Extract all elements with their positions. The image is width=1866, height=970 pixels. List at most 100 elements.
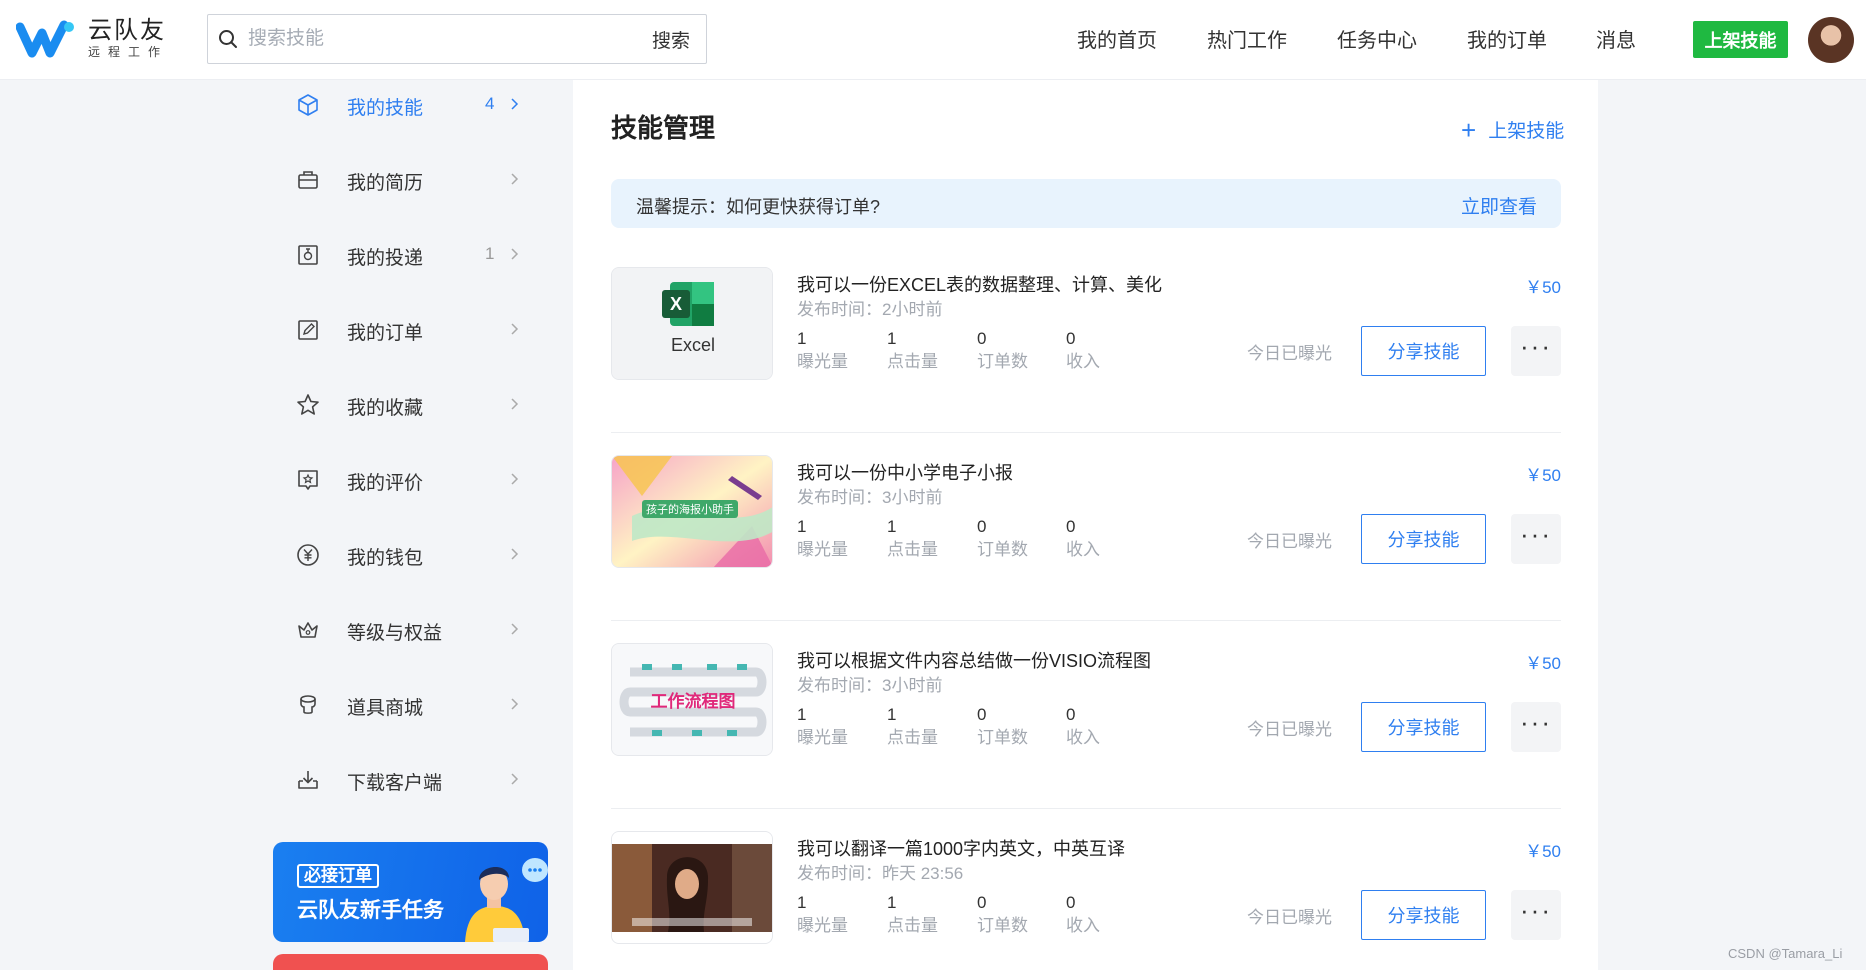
chevron-right-icon bbox=[511, 698, 519, 710]
share-skill-button[interactable]: 分享技能 bbox=[1361, 514, 1486, 564]
stat-exposure: 1 曝光量 bbox=[797, 328, 867, 374]
sidebar-item-my-wallet[interactable]: 我的钱包 bbox=[273, 534, 523, 574]
skill-thumbnail[interactable] bbox=[611, 831, 773, 944]
sidebar-item-count: 4 bbox=[485, 94, 495, 113]
briefcase-icon bbox=[298, 171, 318, 189]
brand-logo[interactable]: 云队友 远程工作 bbox=[16, 18, 168, 60]
stat-orders: 0 订单数 bbox=[977, 892, 1047, 938]
thumb-caption: Excel bbox=[671, 335, 715, 355]
stat-value: 0 bbox=[977, 705, 987, 724]
sidebar-item-my-favorites[interactable]: 我的收藏 bbox=[273, 384, 523, 424]
stat-exposure: 1 曝光量 bbox=[797, 516, 867, 562]
skill-thumbnail[interactable]: 工作流程图 bbox=[611, 643, 773, 756]
plus-icon: + bbox=[1461, 114, 1477, 145]
secondary-banner[interactable] bbox=[273, 954, 548, 970]
download-icon bbox=[298, 771, 318, 789]
promo-illustration-icon bbox=[465, 858, 548, 942]
sidebar-item-my-resume[interactable]: 我的简历 bbox=[273, 159, 523, 199]
stat-value: 1 bbox=[887, 893, 897, 912]
skill-item[interactable]: 孩子的海报小助手 我可以一份中小学电子小报 发布时间：3小时前 1 曝光量 1 点击… bbox=[611, 433, 1561, 621]
stat-value: 1 bbox=[887, 517, 897, 536]
stat-orders: 0 订单数 bbox=[977, 328, 1047, 374]
sidebar-item-my-orders[interactable]: 我的订单 bbox=[273, 309, 523, 349]
nav-hot-jobs[interactable]: 热门工作 bbox=[1207, 24, 1287, 53]
sidebar-item-label: 道具商城 bbox=[347, 698, 424, 719]
delivery-icon bbox=[298, 245, 318, 265]
sidebar-item-levels[interactable]: 等级与权益 bbox=[273, 609, 523, 649]
stat-exposure: 1 曝光量 bbox=[797, 892, 867, 938]
stat-value: 1 bbox=[797, 705, 807, 724]
flowchart-thumbnail-icon: 工作流程图 bbox=[612, 644, 772, 755]
sidebar-item-my-skills[interactable]: 我的技能 4 bbox=[273, 84, 523, 124]
stat-value: 0 bbox=[1066, 517, 1076, 536]
nav-messages[interactable]: 消息 bbox=[1596, 24, 1636, 53]
sidebar-item-my-reviews[interactable]: 我的评价 bbox=[273, 459, 523, 499]
search-input[interactable] bbox=[248, 16, 636, 62]
stat-clicks: 1 点击量 bbox=[887, 704, 957, 750]
skill-publish-time: 发布时间：3小时前 bbox=[797, 488, 943, 507]
search-button[interactable]: 搜索 bbox=[636, 26, 706, 53]
tip-text: 温馨提示：如何更快获得订单? bbox=[636, 197, 881, 217]
skill-thumbnail[interactable]: 孩子的海报小助手 bbox=[611, 455, 773, 568]
chevron-right-icon bbox=[511, 323, 519, 335]
publish-skill-button[interactable]: 上架技能 bbox=[1693, 21, 1788, 58]
skill-title[interactable]: 我可以根据文件内容总结做一份VISIO流程图 bbox=[797, 647, 1151, 673]
thumb-caption: 孩子的海报小助手 bbox=[646, 502, 734, 516]
sidebar-item-shop[interactable]: 道具商城 bbox=[273, 684, 523, 724]
sidebar-item-label: 我的简历 bbox=[347, 173, 424, 194]
sidebar-item-label: 我的技能 bbox=[347, 98, 424, 119]
stat-clicks: 1 点击量 bbox=[887, 516, 957, 562]
exposed-today-label: 今日已曝光 bbox=[1247, 720, 1332, 739]
skill-publish-time: 发布时间：2小时前 bbox=[797, 300, 943, 319]
more-icon: ··· bbox=[1520, 519, 1552, 549]
more-options-button[interactable]: ··· bbox=[1511, 514, 1561, 564]
stat-label: 曝光量 bbox=[797, 728, 848, 747]
newbie-task-banner[interactable]: 必接订单 云队友新手任务 bbox=[273, 842, 548, 942]
cube-icon bbox=[298, 94, 318, 116]
brand-name: 云队友 bbox=[88, 17, 166, 44]
top-header: 云队友 远程工作 搜索 我的首页 热门工作 任务中心 我的订单 消息 上架技能 bbox=[0, 0, 1866, 80]
chevron-right-icon bbox=[511, 173, 519, 185]
nav-home[interactable]: 我的首页 bbox=[1077, 24, 1157, 53]
edit-icon bbox=[298, 320, 318, 340]
avatar[interactable] bbox=[1808, 17, 1854, 63]
skill-title[interactable]: 我可以一份中小学电子小报 bbox=[797, 459, 1013, 485]
stat-label: 收入 bbox=[1066, 916, 1100, 935]
skill-publish-time: 发布时间：3小时前 bbox=[797, 676, 943, 695]
skill-title[interactable]: 我可以翻译一篇1000字内英文，中英互译 bbox=[797, 835, 1125, 861]
stat-value: 1 bbox=[797, 893, 807, 912]
more-options-button[interactable]: ··· bbox=[1511, 890, 1561, 940]
skill-item[interactable]: 我可以翻译一篇1000字内英文，中英互译 发布时间：昨天 23:56 1 曝光量 … bbox=[611, 809, 1561, 970]
more-options-button[interactable]: ··· bbox=[1511, 326, 1561, 376]
stat-value: 0 bbox=[1066, 893, 1076, 912]
stat-income: 0 收入 bbox=[1066, 892, 1136, 938]
skill-item[interactable]: 工作流程图 我可以根据文件内容总结做一份VISIO流程图 发布时间：3小时前 1… bbox=[611, 621, 1561, 809]
excel-icon: X Excel bbox=[612, 268, 772, 379]
stat-exposure: 1 曝光量 bbox=[797, 704, 867, 750]
nav-task-center[interactable]: 任务中心 bbox=[1337, 24, 1417, 53]
share-skill-button[interactable]: 分享技能 bbox=[1361, 890, 1486, 940]
chevron-right-icon bbox=[511, 248, 519, 260]
promo-tag: 必接订单 bbox=[297, 864, 379, 888]
more-icon: ··· bbox=[1520, 707, 1552, 737]
skill-item[interactable]: X Excel 我可以一份EXCEL表的数据整理、计算、美化 发布时间：2小时前… bbox=[611, 245, 1561, 433]
tip-banner: 温馨提示：如何更快获得订单? 立即查看 bbox=[611, 179, 1561, 228]
share-skill-button[interactable]: 分享技能 bbox=[1361, 326, 1486, 376]
sidebar-item-download[interactable]: 下载客户端 bbox=[273, 759, 523, 799]
yen-icon bbox=[297, 544, 319, 566]
chevron-right-icon bbox=[511, 398, 519, 410]
star-icon bbox=[297, 394, 319, 415]
skill-thumbnail[interactable]: X Excel bbox=[611, 267, 773, 380]
search-bar: 搜索 bbox=[207, 14, 707, 64]
add-skill-button[interactable]: + 上架技能 bbox=[1461, 116, 1564, 143]
stat-label: 曝光量 bbox=[797, 916, 848, 935]
sidebar-item-label: 等级与权益 bbox=[347, 623, 443, 644]
more-options-button[interactable]: ··· bbox=[1511, 702, 1561, 752]
tip-view-link[interactable]: 立即查看 bbox=[1461, 192, 1537, 219]
skill-title[interactable]: 我可以一份EXCEL表的数据整理、计算、美化 bbox=[797, 271, 1162, 297]
sidebar-item-label: 我的投递 bbox=[347, 248, 424, 269]
sidebar-item-label: 下载客户端 bbox=[347, 773, 443, 794]
nav-my-orders[interactable]: 我的订单 bbox=[1467, 24, 1547, 53]
share-skill-button[interactable]: 分享技能 bbox=[1361, 702, 1486, 752]
sidebar-item-my-deliveries[interactable]: 我的投递 1 bbox=[273, 234, 523, 274]
